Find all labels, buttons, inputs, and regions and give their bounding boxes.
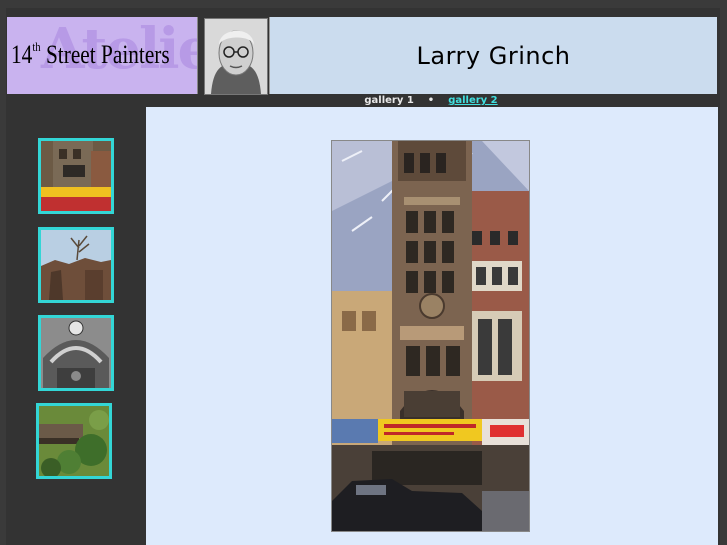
featured-painting: [331, 140, 530, 532]
logo-text: 14th Street Painters: [11, 39, 170, 69]
nav-gallery-2-link[interactable]: gallery 2: [448, 95, 497, 106]
thumbnail-sidebar: [7, 107, 146, 545]
painting-thumbnail[interactable]: [38, 315, 114, 391]
gallery-nav: gallery 1 • gallery 2: [146, 94, 716, 107]
painting-thumbnail[interactable]: [38, 227, 114, 303]
site-header: Atelier 14th Street Painters Larry Grinc…: [7, 17, 717, 95]
title-area: Larry Grinch: [269, 17, 717, 94]
painting-thumbnail[interactable]: [36, 403, 112, 479]
main-content: [146, 107, 718, 545]
nav-gallery-1: gallery 1: [364, 95, 414, 106]
painting-thumbnail[interactable]: [38, 138, 114, 214]
atelier-logo[interactable]: Atelier 14th Street Painters: [7, 17, 198, 94]
nav-separator: •: [427, 95, 435, 106]
artist-name: Larry Grinch: [416, 41, 571, 70]
artist-portrait: [204, 18, 268, 95]
